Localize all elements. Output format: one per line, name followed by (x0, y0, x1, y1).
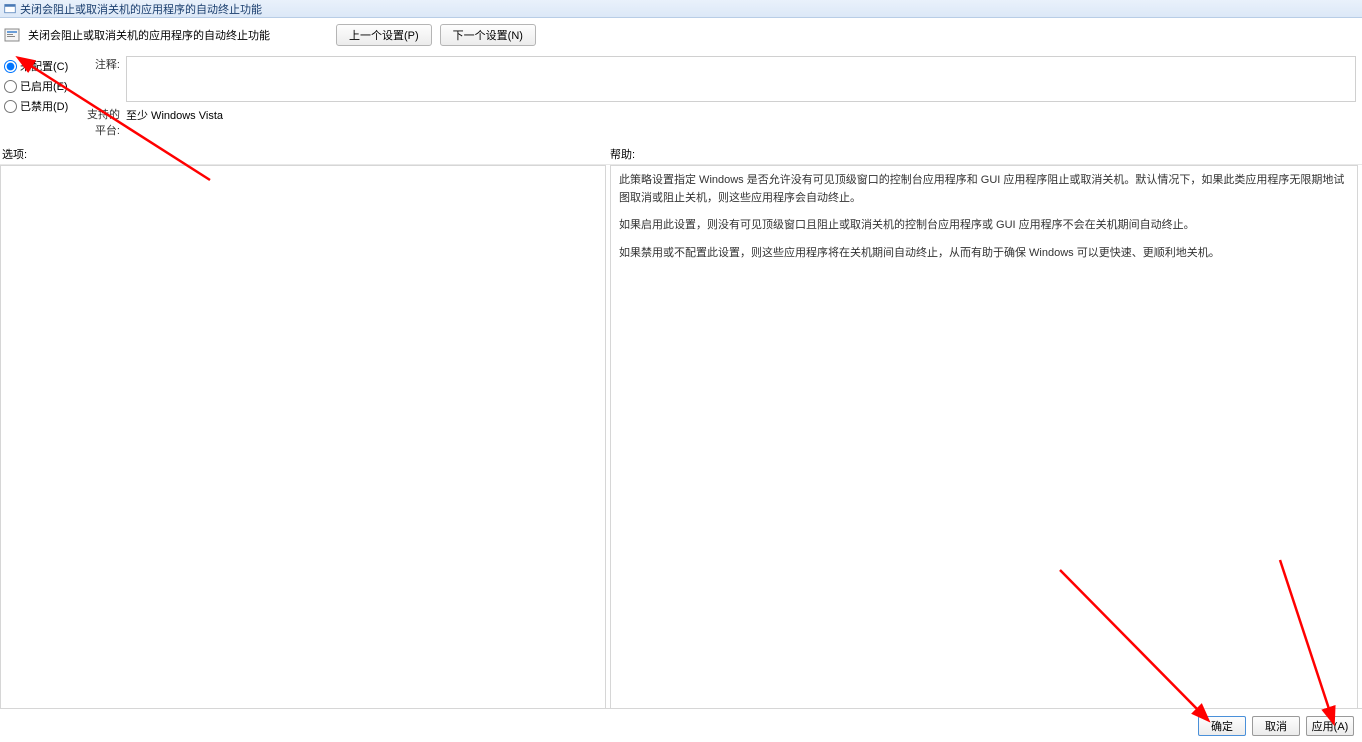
policy-title: 关闭会阻止或取消关机的应用程序的自动终止功能 (28, 27, 290, 43)
help-paragraph-2: 如果启用此设置，则没有可见顶级窗口且阻止或取消关机的控制台应用程序或 GUI 应… (619, 217, 1349, 235)
window-icon (4, 3, 16, 15)
radio-disabled[interactable]: 已禁用(D) (4, 98, 68, 114)
radio-enabled-input[interactable] (4, 80, 17, 93)
radio-column: 未配置(C) 已启用(E) 已禁用(D) (4, 54, 68, 140)
next-setting-button[interactable]: 下一个设置(N) (440, 24, 536, 46)
radio-enabled[interactable]: 已启用(E) (4, 78, 68, 94)
radio-not-configured-label: 未配置(C) (20, 58, 68, 74)
comment-row: 注释: (78, 54, 1362, 104)
help-pane: 此策略设置指定 Windows 是否允许没有可见顶级窗口的控制台应用程序和 GU… (610, 165, 1358, 725)
config-area: 未配置(C) 已启用(E) 已禁用(D) 注释: 支持的平台: 至少 Windo… (0, 52, 1362, 144)
options-label: 选项: (2, 146, 610, 162)
radio-not-configured-input[interactable] (4, 60, 17, 73)
radio-disabled-input[interactable] (4, 100, 17, 113)
cancel-button[interactable]: 取消 (1252, 716, 1300, 736)
platform-row: 支持的平台: 至少 Windows Vista (78, 104, 1362, 140)
ok-button[interactable]: 确定 (1198, 716, 1246, 736)
radio-enabled-label: 已启用(E) (20, 78, 68, 94)
titlebar: 关闭会阻止或取消关机的应用程序的自动终止功能 (0, 0, 1362, 18)
radio-not-configured[interactable]: 未配置(C) (4, 58, 68, 74)
help-label: 帮助: (610, 146, 1362, 162)
footer: 确定 取消 应用(A) (0, 708, 1362, 742)
info-column: 注释: 支持的平台: 至少 Windows Vista (78, 54, 1362, 140)
comment-label: 注释: (78, 56, 126, 72)
options-pane (0, 165, 606, 725)
panel-labels: 选项: 帮助: (0, 144, 1362, 165)
window-title: 关闭会阻止或取消关机的应用程序的自动终止功能 (20, 1, 262, 17)
comment-textbox[interactable] (126, 56, 1356, 102)
prev-setting-button[interactable]: 上一个设置(P) (336, 24, 432, 46)
policy-icon (4, 27, 20, 43)
header-row: 关闭会阻止或取消关机的应用程序的自动终止功能 上一个设置(P) 下一个设置(N) (0, 18, 1362, 52)
apply-button[interactable]: 应用(A) (1306, 716, 1354, 736)
help-paragraph-3: 如果禁用或不配置此设置，则这些应用程序将在关机期间自动终止，从而有助于确保 Wi… (619, 245, 1349, 263)
help-paragraph-1: 此策略设置指定 Windows 是否允许没有可见顶级窗口的控制台应用程序和 GU… (619, 172, 1349, 207)
platform-value: 至少 Windows Vista (126, 106, 223, 123)
radio-disabled-label: 已禁用(D) (20, 98, 68, 114)
content-row: 此策略设置指定 Windows 是否允许没有可见顶级窗口的控制台应用程序和 GU… (0, 165, 1362, 725)
platform-label: 支持的平台: (78, 106, 126, 138)
